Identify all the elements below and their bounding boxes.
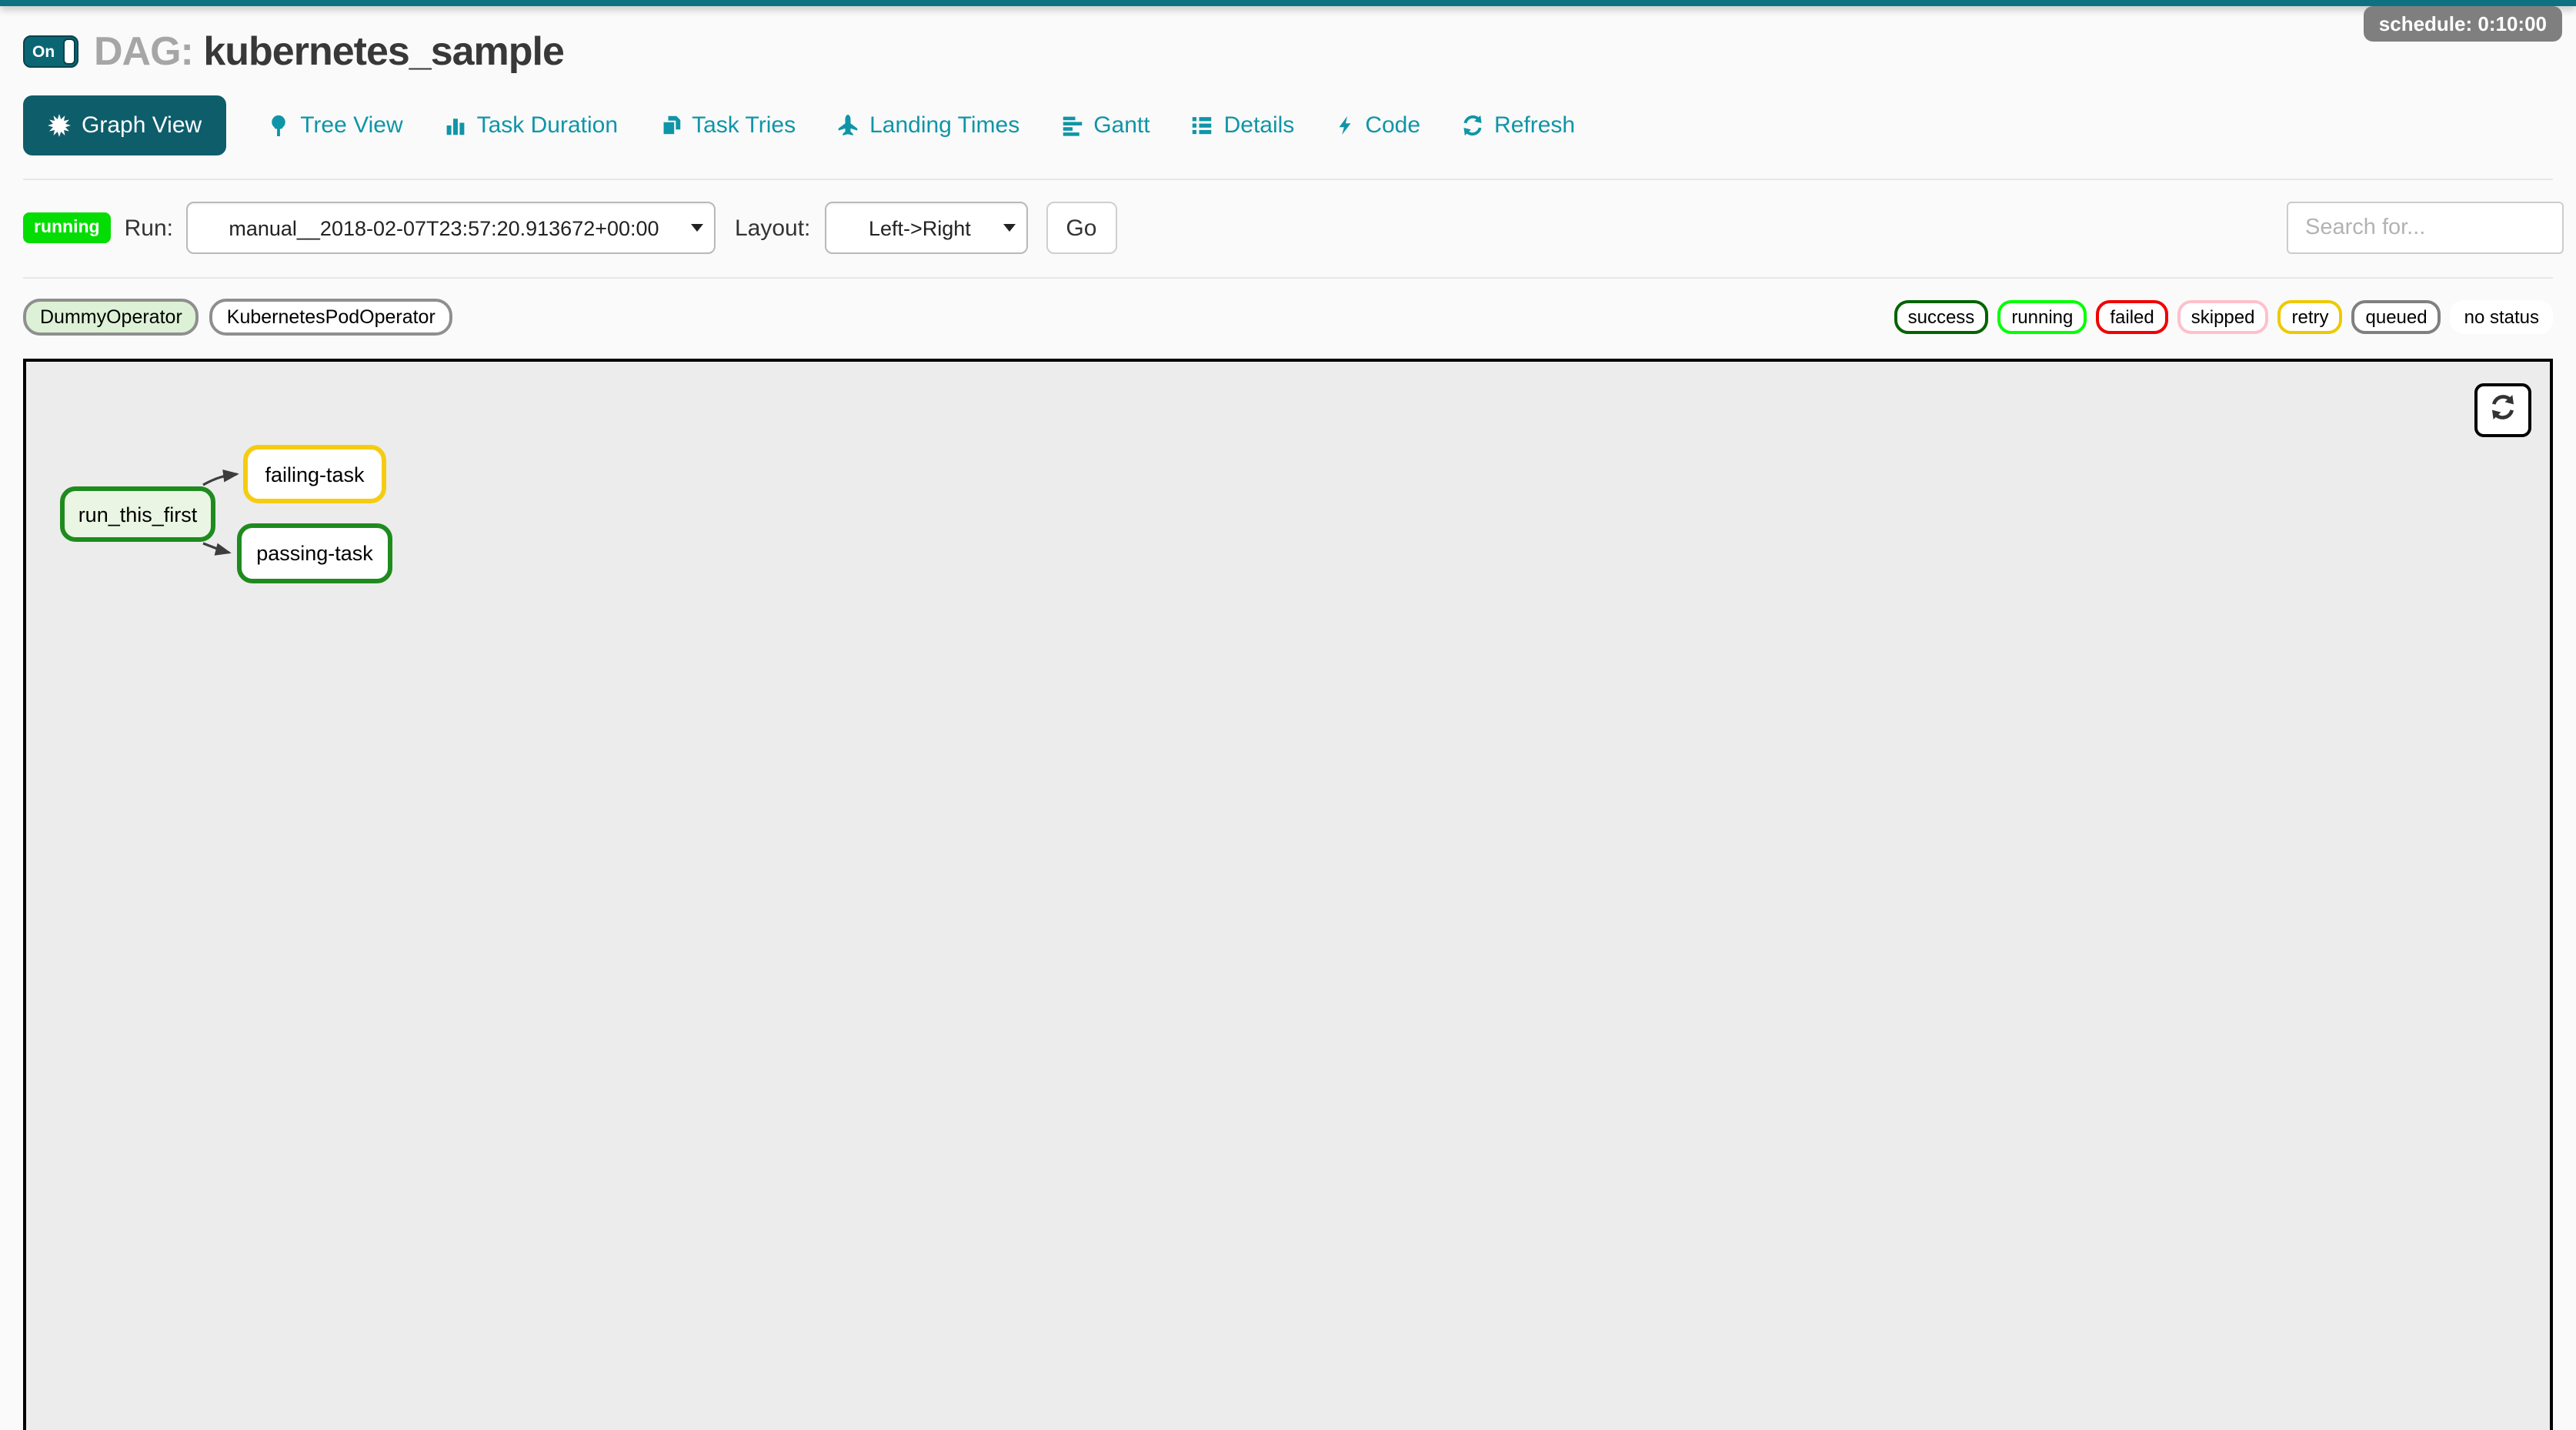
copy-icon bbox=[659, 114, 681, 137]
align-left-icon bbox=[1061, 114, 1083, 137]
tab-label: Code bbox=[1365, 112, 1420, 139]
layout-label: Layout: bbox=[735, 215, 810, 241]
divider bbox=[23, 179, 2553, 180]
tab-label: Landing Times bbox=[869, 112, 1019, 139]
top-accent-bar bbox=[0, 0, 2576, 6]
legend-status-running: running bbox=[1997, 300, 2087, 334]
run-control-bar: running Run: manual__2018-02-07T23:57:20… bbox=[23, 202, 2553, 254]
task-node-run-this-first[interactable]: run_this_first bbox=[60, 486, 215, 542]
tab-task-tries[interactable]: Task Tries bbox=[659, 112, 796, 139]
legend-status-failed: failed bbox=[2096, 300, 2167, 334]
operator-filter-kubernetespodoperator[interactable]: KubernetesPodOperator bbox=[210, 299, 452, 336]
chevron-down-icon bbox=[1003, 224, 1015, 232]
operator-filter-dummyoperator[interactable]: DummyOperator bbox=[23, 299, 199, 336]
dag-prefix-label: DAG: bbox=[94, 28, 193, 74]
toggle-knob bbox=[63, 38, 75, 65]
bar-chart-icon bbox=[445, 114, 466, 137]
tab-label: Refresh bbox=[1494, 112, 1575, 139]
refresh-icon bbox=[2490, 393, 2516, 427]
edge-run-this-first-to-failing-task bbox=[203, 474, 237, 485]
layout-select-value: Left->Right bbox=[844, 216, 1008, 239]
legend-status-success: success bbox=[1894, 300, 1989, 334]
chevron-down-icon bbox=[692, 224, 704, 232]
legend-row: DummyOperator KubernetesPodOperator succ… bbox=[23, 299, 2553, 336]
tab-label: Graph View bbox=[82, 112, 202, 139]
view-nav-tabs: Graph View Tree View bbox=[23, 95, 2553, 155]
tab-graph-view[interactable]: Graph View bbox=[23, 95, 226, 155]
list-icon bbox=[1192, 114, 1213, 137]
graph-refresh-button[interactable] bbox=[2474, 383, 2531, 437]
run-select[interactable]: manual__2018-02-07T23:57:20.913672+00:00 bbox=[187, 202, 716, 254]
tab-code[interactable]: Code bbox=[1336, 112, 1420, 139]
tab-label: Gantt bbox=[1093, 112, 1150, 139]
dag-name: kubernetes_sample bbox=[203, 28, 564, 74]
dag-graph-canvas: run_this_first failing-task passing-task bbox=[23, 359, 2553, 1430]
task-node-passing-task[interactable]: passing-task bbox=[237, 523, 392, 583]
dag-title-row: On DAG: kubernetes_sample bbox=[23, 28, 2553, 75]
tab-label: Task Duration bbox=[477, 112, 618, 139]
run-label: Run: bbox=[125, 215, 173, 241]
schedule-badge: schedule: 0:10:00 bbox=[2364, 6, 2562, 42]
burst-icon bbox=[48, 114, 71, 137]
divider bbox=[23, 277, 2553, 279]
tab-label: Tree View bbox=[300, 112, 402, 139]
page-title: DAG: kubernetes_sample bbox=[94, 28, 564, 75]
legend-status-queued: queued bbox=[2352, 300, 2441, 334]
task-node-failing-task[interactable]: failing-task bbox=[243, 445, 386, 503]
tab-tree-view[interactable]: Tree View bbox=[268, 112, 402, 139]
tab-details[interactable]: Details bbox=[1192, 112, 1295, 139]
layout-select[interactable]: Left->Right bbox=[824, 202, 1027, 254]
tab-label: Details bbox=[1224, 112, 1295, 139]
tab-refresh[interactable]: Refresh bbox=[1462, 112, 1575, 139]
bolt-icon bbox=[1336, 114, 1354, 137]
dag-on-off-toggle[interactable]: On bbox=[23, 35, 78, 68]
run-status-badge: running bbox=[23, 212, 111, 243]
legend-status-skipped: skipped bbox=[2177, 300, 2269, 334]
airflow-graph-view-page: schedule: 0:10:00 On DAG: kubernetes_sam… bbox=[0, 0, 2576, 1430]
go-button[interactable]: Go bbox=[1046, 202, 1116, 254]
refresh-icon bbox=[1462, 114, 1483, 137]
tree-icon bbox=[268, 114, 289, 137]
tab-task-duration[interactable]: Task Duration bbox=[445, 112, 618, 139]
toggle-on-label: On bbox=[32, 42, 55, 61]
tab-landing-times[interactable]: Landing Times bbox=[837, 112, 1019, 139]
legend-status-no-status: no status bbox=[2451, 300, 2553, 334]
search-input[interactable] bbox=[2287, 202, 2564, 254]
run-select-value: manual__2018-02-07T23:57:20.913672+00:00 bbox=[204, 216, 699, 239]
edge-run-this-first-to-passing-task bbox=[203, 543, 229, 553]
tab-label: Task Tries bbox=[692, 112, 796, 139]
tab-gantt[interactable]: Gantt bbox=[1061, 112, 1150, 139]
plane-icon bbox=[837, 114, 859, 137]
legend-status-retry: retry bbox=[2278, 300, 2343, 334]
